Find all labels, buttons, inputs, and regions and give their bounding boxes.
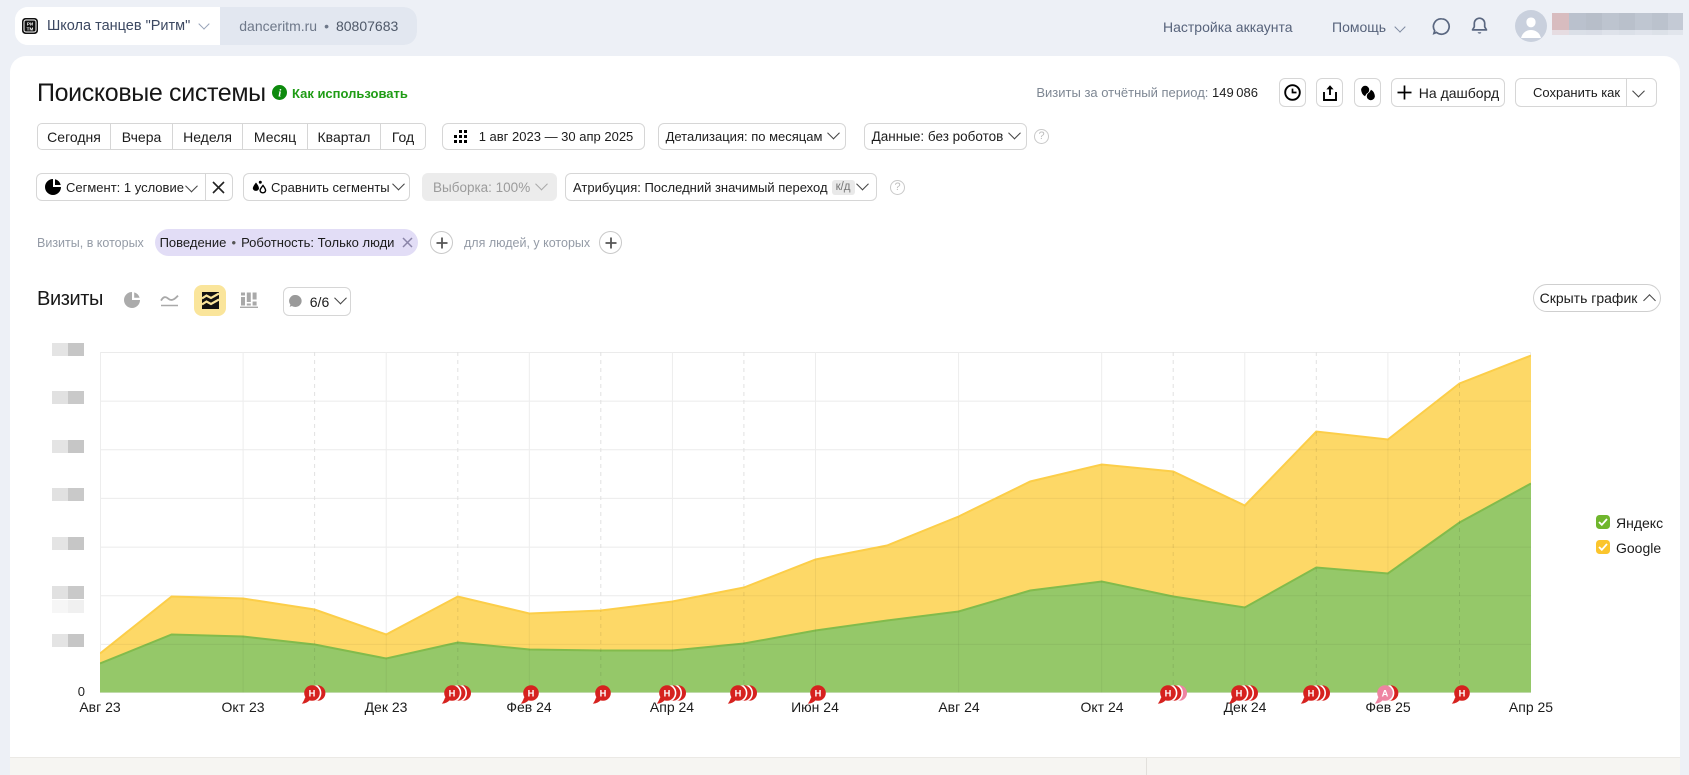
svg-text:Н: Н: [308, 688, 315, 698]
svg-text:Н: Н: [1307, 688, 1314, 698]
svg-text:Н: Н: [1236, 688, 1243, 698]
svg-text:ТМ: ТМ: [27, 27, 34, 32]
svg-text:Н: Н: [735, 688, 742, 698]
svg-text:Н: Н: [1164, 688, 1171, 698]
svg-text:Н: Н: [599, 688, 606, 698]
svg-text:Н: Н: [664, 688, 671, 698]
svg-text:Н: Н: [449, 688, 456, 698]
svg-text:Н: Н: [1458, 688, 1465, 698]
svg-text:Н: Н: [528, 688, 535, 698]
svg-text:Н: Н: [814, 688, 821, 698]
svg-text:А: А: [1382, 688, 1389, 698]
